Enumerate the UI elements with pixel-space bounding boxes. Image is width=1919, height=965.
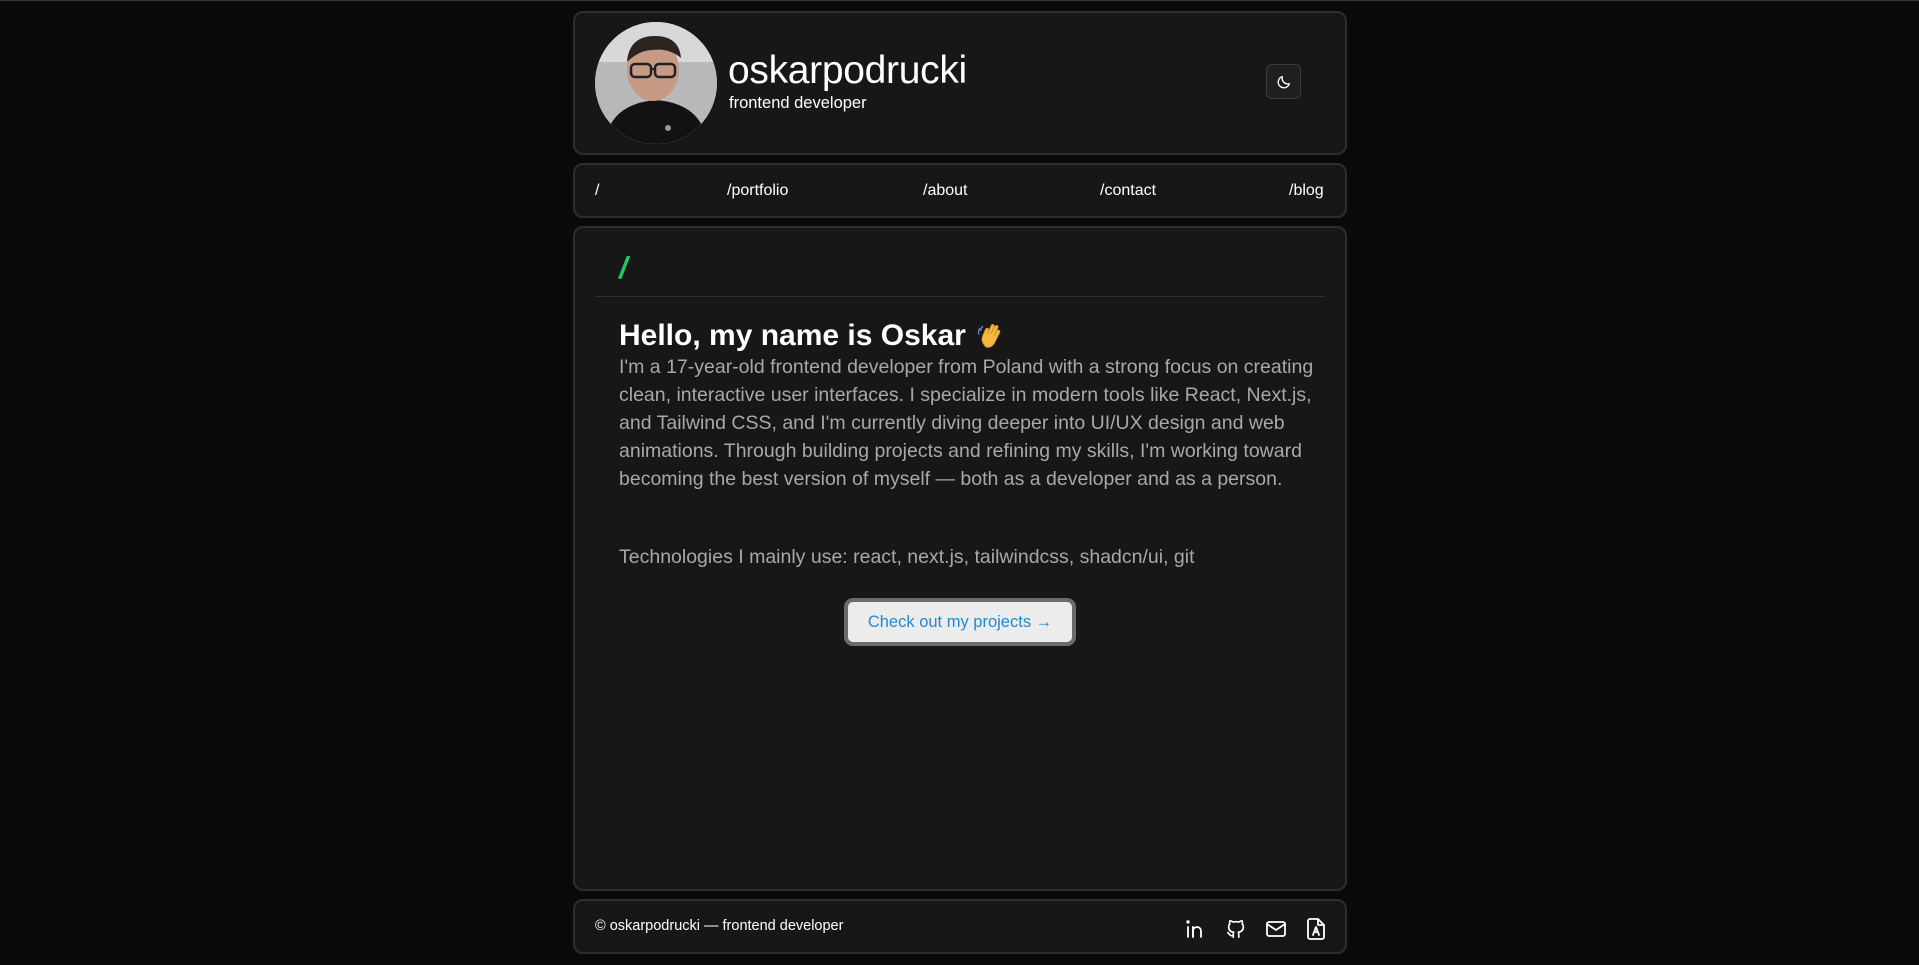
- resume-icon: [1307, 918, 1325, 940]
- section-divider: [595, 296, 1325, 297]
- site-owner-name: oskarpodrucki: [728, 49, 967, 92]
- avatar: [595, 22, 717, 144]
- theme-toggle-button[interactable]: [1266, 64, 1301, 99]
- nav-item-about[interactable]: /about: [923, 183, 967, 199]
- greeting-heading: Hello, my name is Oskar: [619, 321, 1006, 351]
- github-icon: [1226, 919, 1245, 939]
- moon-icon: [1277, 75, 1290, 88]
- section-title: /: [619, 250, 628, 285]
- resume-link[interactable]: [1303, 916, 1329, 942]
- technologies-paragraph: Technologies I mainly use: react, next.j…: [619, 546, 1195, 568]
- footer-copyright: © oskarpodrucki — frontend developer: [595, 918, 844, 934]
- waving-hand-icon: [977, 324, 1001, 348]
- mail-icon: [1266, 921, 1286, 937]
- main-content: / Hello, my name is Oskar I'm a 17-year-…: [573, 226, 1347, 891]
- view-projects-button[interactable]: Check out my projects →: [844, 598, 1076, 646]
- bio-paragraph: I'm a 17-year-old frontend developer fro…: [619, 356, 1314, 490]
- window-top-border: [0, 0, 1919, 1]
- nav-item-blog[interactable]: /blog: [1289, 183, 1324, 199]
- github-link[interactable]: [1223, 916, 1249, 942]
- site-footer: © oskarpodrucki — frontend developer: [573, 899, 1347, 954]
- greeting-text: Hello, my name is Oskar: [619, 319, 966, 352]
- avatar-photo: [595, 22, 717, 144]
- linkedin-link[interactable]: [1183, 916, 1209, 942]
- site-header: oskarpodrucki frontend developer: [573, 11, 1347, 155]
- nav-item-contact[interactable]: /contact: [1100, 183, 1156, 199]
- nav-item-portfolio[interactable]: /portfolio: [727, 183, 788, 199]
- main-navigation: / /portfolio /about /contact /blog: [573, 163, 1347, 218]
- site-owner-role: frontend developer: [729, 94, 867, 112]
- nav-item-home[interactable]: /: [595, 183, 599, 199]
- email-link[interactable]: [1263, 916, 1289, 942]
- linkedin-icon: [1186, 920, 1202, 938]
